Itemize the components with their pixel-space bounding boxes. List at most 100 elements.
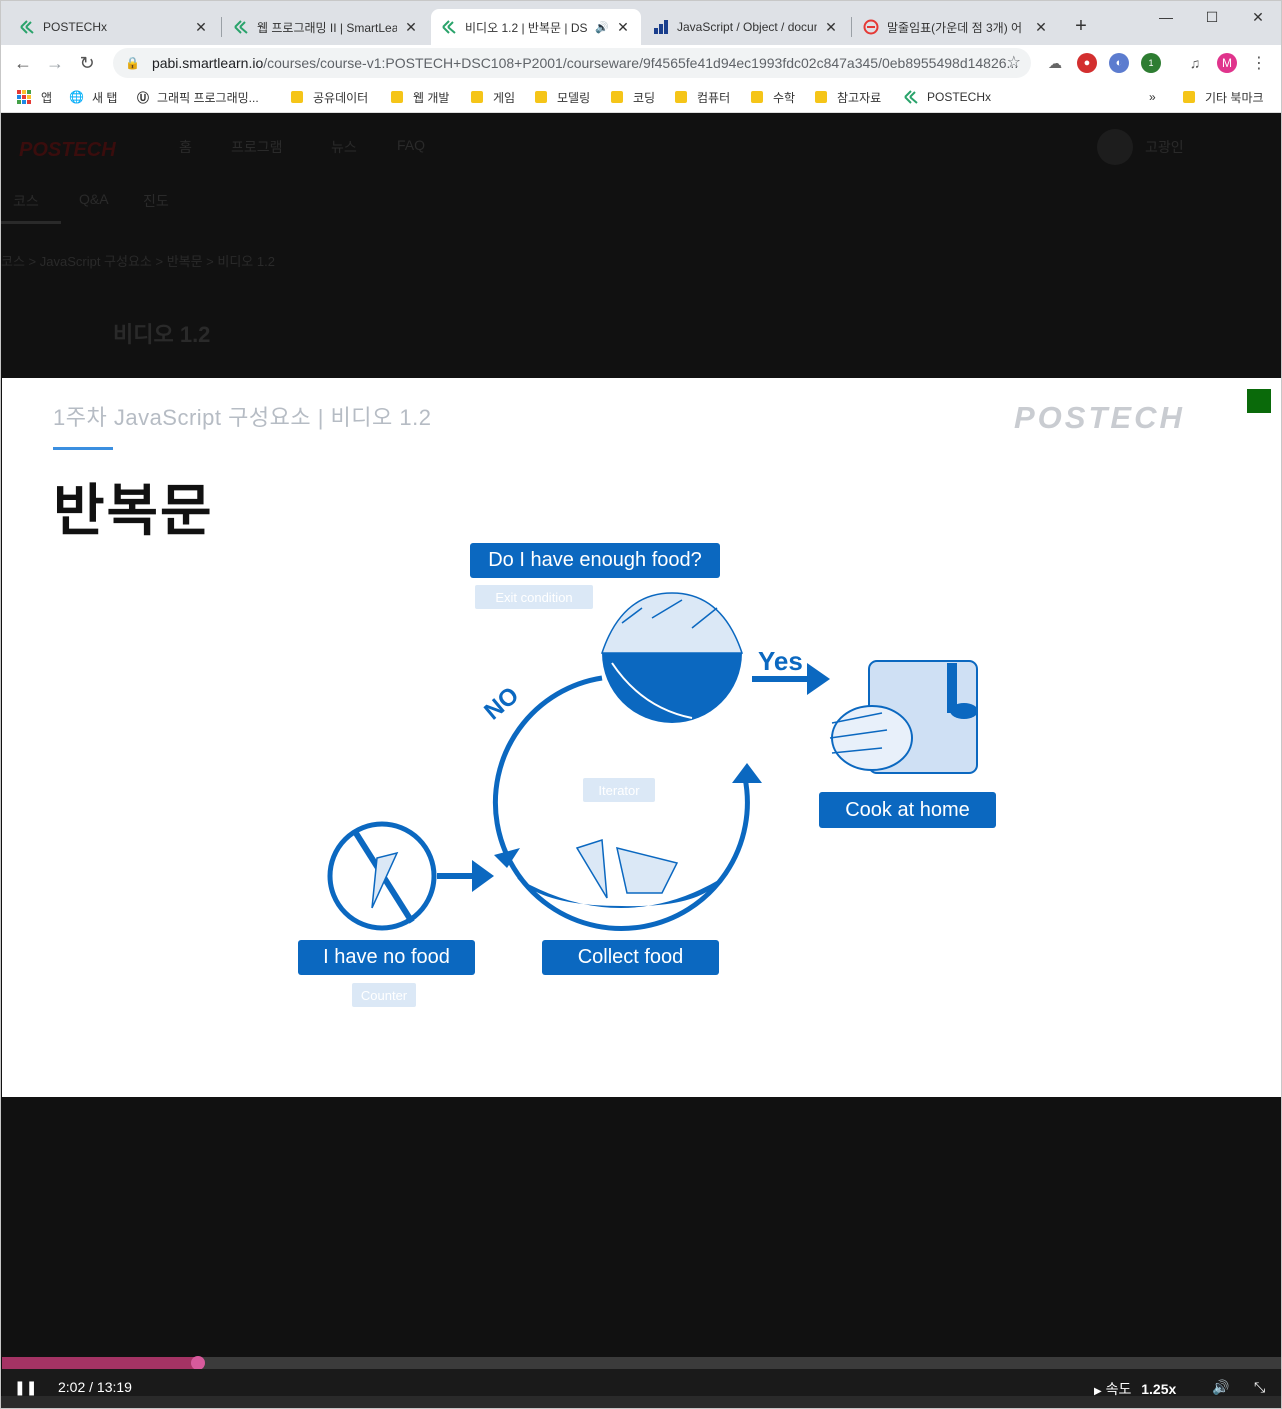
folder-icon [291, 91, 303, 103]
bookmark-folder[interactable]: 참고자료 [815, 86, 881, 108]
maximize-button[interactable]: ☐ [1189, 5, 1235, 29]
food-bowl-icon [600, 592, 744, 723]
no-food-label: I have no food [298, 940, 475, 975]
folder-icon [391, 91, 403, 103]
subnav-qna[interactable]: Q&A [79, 191, 109, 207]
close-icon[interactable]: ✕ [615, 19, 631, 36]
subnav-progress[interactable]: 진도 [143, 191, 169, 211]
video-progress-bar[interactable] [2, 1356, 1281, 1370]
cycle-arc [492, 675, 750, 931]
bookmark-folder[interactable]: 컴퓨터 [675, 86, 730, 108]
bookmarks-bar: 앱 🌐 새 탭 Ⓤ 그래픽 프로그래밍... 공유데이터 웹 개발 게임 모델링 코… [1, 81, 1281, 113]
exit-fullscreen-icon[interactable]: ⤡ [1254, 1379, 1265, 1396]
progress-fill [2, 1357, 198, 1369]
browser-toolbar: ← → ↻ 🔒 pabi.smartlearn.io /courses/cour… [1, 45, 1281, 81]
bookmark-graphics[interactable]: Ⓤ 그래픽 프로그래밍... [137, 86, 259, 108]
minimize-button[interactable]: — [1143, 5, 1189, 29]
new-tab-button[interactable]: + [1069, 15, 1093, 38]
volume-icon[interactable]: 🔊 [1212, 1379, 1229, 1396]
unreal-icon: Ⓤ [137, 90, 150, 105]
time-display: 2:02 / 13:19 [58, 1379, 132, 1395]
folder-icon [611, 91, 623, 103]
progress-handle[interactable] [190, 1356, 205, 1370]
subnav-active-indicator [1, 221, 61, 224]
globe-icon: 🌐 [69, 90, 84, 104]
tab-video-active[interactable]: 비디오 1.2 | 반복문 | DS 🔊 ✕ [431, 9, 641, 45]
folder-icon [1183, 91, 1195, 103]
tab-strip: POSTECHx ✕ 웹 프로그래밍 II | SmartLearn ✕ 비디오… [1, 1, 1281, 45]
bookmarks-overflow[interactable]: » [1149, 86, 1156, 108]
extension-blue-icon[interactable]: ◐ [1109, 53, 1129, 73]
yes-label: Yes [758, 646, 803, 676]
nav-news[interactable]: 뉴스 [331, 137, 357, 157]
question-label: Do I have enough food? [470, 543, 720, 578]
no-entry-icon [863, 19, 879, 35]
os-taskbar [1, 1396, 1281, 1408]
counter-label: Counter [352, 983, 416, 1007]
folder-icon [815, 91, 827, 103]
extension-red-icon[interactable]: ● [1077, 53, 1097, 73]
browser-window: POSTECHx ✕ 웹 프로그래밍 II | SmartLearn ✕ 비디오… [0, 0, 1282, 1409]
apps-grid-icon [17, 90, 31, 104]
user-avatar[interactable] [1097, 129, 1133, 165]
cooking-pot-icon [829, 660, 978, 774]
back-button[interactable]: ← [11, 51, 35, 75]
bookmark-folder[interactable]: 공유데이터 [291, 86, 368, 108]
no-food-icon [327, 821, 437, 931]
pause-button[interactable]: ❚❚ [14, 1379, 37, 1396]
bookmark-other[interactable]: 기타 북마크 [1183, 86, 1264, 108]
bookmark-folder[interactable]: 코딩 [611, 86, 655, 108]
cycle-arrowhead [732, 763, 762, 783]
bookmark-folder[interactable]: 웹 개발 [391, 86, 449, 108]
bookmark-folder[interactable]: 모델링 [535, 86, 590, 108]
bookmark-new-tab[interactable]: 🌐 새 탭 [69, 86, 117, 108]
subnav-course[interactable]: 코스 [13, 191, 39, 211]
cook-at-home-label: Cook at home [819, 792, 996, 828]
extension-shield-icon[interactable]: 1 [1141, 53, 1161, 73]
address-bar[interactable]: 🔒 pabi.smartlearn.io /courses/course-v1:… [113, 48, 1031, 78]
bookmark-folder[interactable]: 게임 [471, 86, 515, 108]
tab-ellipsis[interactable]: 말줄임표(가운데 점 3개) 어 ✕ [853, 9, 1059, 45]
exit-condition-label: Exit condition [475, 585, 593, 609]
bookmark-apps[interactable]: 앱 [17, 86, 52, 108]
close-icon[interactable]: ✕ [823, 19, 839, 36]
folder-icon [471, 91, 483, 103]
edx-icon [903, 89, 919, 105]
close-icon[interactable]: ✕ [403, 19, 419, 36]
video-frame[interactable]: 1주차 JavaScript 구성요소 | 비디오 1.2 반복문 POSTEC… [2, 378, 1281, 1097]
bookmark-star-icon[interactable]: ☆ [1007, 52, 1021, 72]
folder-icon [535, 91, 547, 103]
tab-postechx[interactable]: POSTECHx ✕ [9, 9, 219, 45]
folder-icon [675, 91, 687, 103]
lock-icon: 🔒 [125, 56, 140, 70]
collect-food-label: Collect food [542, 940, 719, 975]
site-logo[interactable]: POSTECH [19, 139, 116, 162]
collect-food-icon [517, 838, 722, 908]
profile-avatar[interactable]: M [1217, 53, 1237, 73]
tab-web-programming[interactable]: 웹 프로그래밍 II | SmartLearn ✕ [223, 9, 429, 45]
user-name[interactable]: 고광인 [1145, 137, 1184, 157]
window-close-button[interactable]: ✕ [1235, 5, 1281, 29]
speaker-icon[interactable]: 🔊 [595, 21, 609, 34]
nav-program[interactable]: 프로그램 [231, 137, 283, 157]
menu-kebab-icon[interactable]: ⋮ [1249, 53, 1269, 73]
reload-button[interactable]: ↻ [75, 51, 99, 75]
nav-home[interactable]: 홈 [179, 137, 192, 157]
folder-icon [751, 91, 763, 103]
chart-icon [653, 19, 669, 35]
iterator-label: Iterator [583, 778, 655, 802]
breadcrumb[interactable]: 코스 > JavaScript 구성요소 > 반복문 > 비디오 1.2 [1, 251, 275, 270]
close-icon[interactable]: ✕ [1033, 19, 1049, 36]
extension-cloud-icon[interactable]: ☁ [1045, 53, 1065, 73]
media-control-icon[interactable]: ♫ [1185, 53, 1205, 73]
bookmark-postechx[interactable]: POSTECHx [903, 86, 991, 108]
loop-diagram [327, 592, 978, 931]
edx-icon [441, 19, 457, 35]
forward-button[interactable]: → [43, 51, 67, 75]
close-icon[interactable]: ✕ [193, 19, 209, 36]
bookmark-folder[interactable]: 수학 [751, 86, 795, 108]
tab-javascript-object[interactable]: JavaScript / Object / document ✕ [643, 9, 849, 45]
edx-icon [19, 19, 35, 35]
unit-title: 비디오 1.2 [113, 322, 211, 347]
nav-faq[interactable]: FAQ [397, 137, 425, 153]
